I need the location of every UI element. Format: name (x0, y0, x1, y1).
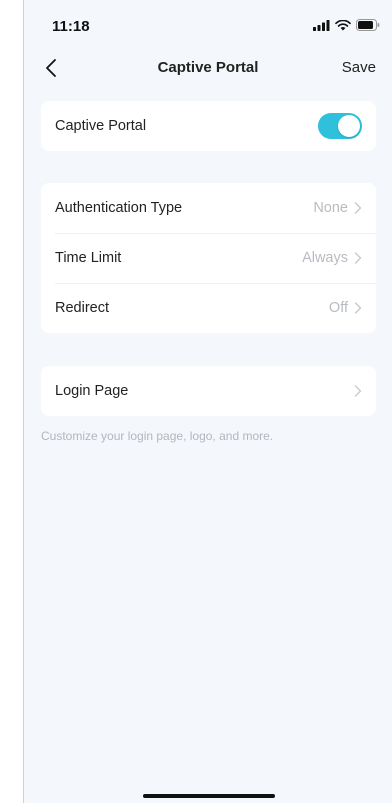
captive-portal-toggle[interactable] (318, 113, 362, 139)
redirect-row[interactable]: Redirect Off (41, 283, 376, 333)
status-bar: 11:18 (24, 0, 392, 40)
home-indicator (143, 794, 275, 798)
status-time: 11:18 (52, 18, 90, 35)
chevron-right-icon (354, 302, 362, 314)
authentication-type-label: Authentication Type (55, 200, 183, 216)
nav-bar: Captive Portal Save (24, 50, 392, 86)
app-screen: 11:18 Captive Portal Save Captive Portal… (23, 0, 392, 803)
cellular-signal-icon (313, 19, 330, 31)
status-icons (313, 19, 380, 31)
battery-icon (356, 19, 380, 31)
save-button[interactable]: Save (342, 59, 376, 76)
login-page-row[interactable]: Login Page (41, 366, 376, 416)
time-limit-label: Time Limit (55, 250, 122, 266)
portal-settings-card: Authentication Type None Time Limit Alwa… (41, 183, 376, 333)
toggle-knob (338, 115, 360, 137)
authentication-type-value: None (313, 200, 348, 216)
wifi-icon (335, 19, 351, 30)
time-limit-value: Always (302, 250, 348, 266)
login-page-label: Login Page (55, 383, 129, 399)
time-limit-row[interactable]: Time Limit Always (41, 233, 376, 283)
redirect-label: Redirect (55, 300, 109, 316)
captive-portal-label: Captive Portal (55, 118, 147, 134)
captive-portal-card: Captive Portal (41, 101, 376, 151)
login-page-card: Login Page (41, 366, 376, 416)
redirect-value: Off (328, 300, 348, 316)
captive-portal-row: Captive Portal (41, 101, 376, 151)
chevron-right-icon (354, 202, 362, 214)
chevron-right-icon (354, 252, 362, 264)
chevron-right-icon (354, 385, 362, 397)
page-title: Captive Portal (157, 59, 259, 76)
login-page-hint: Customize your login page, logo, and mor… (41, 429, 274, 443)
authentication-type-row[interactable]: Authentication Type None (41, 183, 376, 233)
